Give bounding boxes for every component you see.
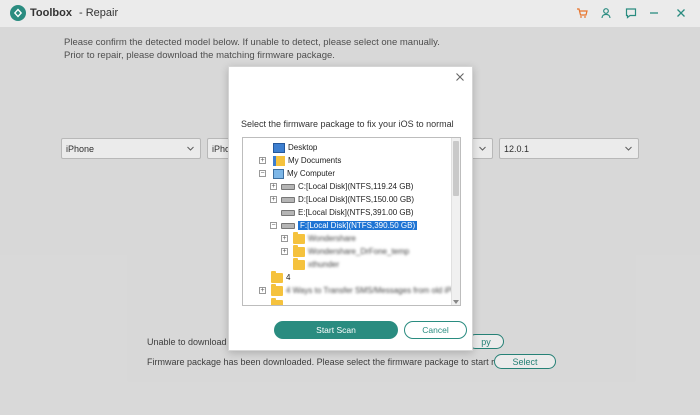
tree-item-folder-partial[interactable] bbox=[271, 297, 286, 305]
page-title: - Repair bbox=[79, 7, 119, 19]
computer-icon bbox=[273, 168, 284, 179]
tree-item-label: 4 Ways to Transfer SMS/Messages from old… bbox=[286, 286, 461, 295]
tree-item-folder[interactable]: Wondershare bbox=[293, 231, 356, 245]
title-bar: Toolbox - Repair bbox=[0, 0, 700, 27]
feedback-icon[interactable] bbox=[623, 5, 639, 21]
expand-icon[interactable]: + bbox=[259, 157, 266, 164]
cart-icon[interactable] bbox=[574, 5, 590, 21]
expand-icon[interactable]: + bbox=[259, 287, 266, 294]
minimize-icon[interactable] bbox=[646, 5, 662, 21]
app-name: Toolbox bbox=[30, 7, 72, 19]
tree-item-folder[interactable]: 4 bbox=[271, 270, 291, 284]
tree-item-label: My Computer bbox=[287, 169, 336, 178]
user-icon[interactable] bbox=[598, 5, 614, 21]
tree-item-drive-d[interactable]: D:[Local Disk](NTFS,150.00 GB) bbox=[281, 193, 414, 206]
tree-item-label: Desktop bbox=[288, 143, 318, 152]
tree-item-label: xthunder bbox=[308, 260, 340, 269]
drive-icon bbox=[281, 209, 295, 216]
tree-item-folder[interactable]: Wondershare_DrFone_temp bbox=[293, 244, 410, 258]
app-logo-icon bbox=[10, 5, 26, 21]
desktop-icon bbox=[273, 142, 285, 153]
tree-item-drive-c[interactable]: C:[Local Disk](NTFS,119.24 GB) bbox=[281, 180, 413, 193]
tree-item-folder[interactable]: xthunder bbox=[293, 257, 340, 271]
drive-icon bbox=[281, 196, 295, 203]
tree-item-label: E:[Local Disk](NTFS,391.00 GB) bbox=[298, 208, 414, 217]
expand-icon[interactable]: + bbox=[281, 248, 288, 255]
tree-item-my-computer[interactable]: My Computer bbox=[273, 167, 335, 180]
start-scan-button[interactable]: Start Scan bbox=[274, 321, 398, 339]
collapse-icon[interactable]: − bbox=[270, 222, 277, 229]
dialog-close-icon[interactable] bbox=[454, 71, 466, 83]
folder-icon bbox=[293, 244, 305, 257]
folder-icon bbox=[271, 283, 283, 296]
tree-item-folder[interactable]: 4 Ways to Transfer SMS/Messages from old… bbox=[271, 283, 461, 297]
expand-icon[interactable]: + bbox=[270, 196, 277, 203]
tree-item-label: C:[Local Disk](NTFS,119.24 GB) bbox=[298, 182, 414, 191]
tree-item-label-selected: F:[Local Disk](NTFS,390.50 GB) bbox=[298, 221, 418, 230]
firmware-select-dialog: Select the firmware package to fix your … bbox=[228, 66, 473, 351]
tree-item-my-documents[interactable]: My Documents bbox=[273, 154, 341, 167]
close-icon[interactable] bbox=[673, 5, 689, 21]
scroll-down-icon[interactable] bbox=[453, 300, 459, 304]
folder-icon bbox=[293, 231, 305, 244]
scrollbar-thumb[interactable] bbox=[453, 141, 459, 196]
tree-item-label: Wondershare bbox=[308, 234, 356, 243]
drive-icon bbox=[281, 222, 295, 229]
tree-item-desktop[interactable]: Desktop bbox=[273, 141, 317, 154]
cancel-button[interactable]: Cancel bbox=[404, 321, 467, 339]
tree-item-label: Wondershare_DrFone_temp bbox=[308, 247, 410, 256]
drive-icon bbox=[281, 183, 295, 190]
folder-icon bbox=[271, 297, 283, 305]
collapse-icon[interactable]: − bbox=[259, 170, 266, 177]
tree-item-label: D:[Local Disk](NTFS,150.00 GB) bbox=[298, 195, 415, 204]
dialog-title: Select the firmware package to fix your … bbox=[241, 119, 454, 129]
tree-item-label: 4 bbox=[286, 273, 291, 282]
documents-folder-icon bbox=[273, 155, 285, 166]
folder-tree[interactable]: Desktop + My Documents − My Computer + C… bbox=[242, 137, 461, 306]
folder-icon bbox=[271, 270, 283, 283]
tree-item-label: My Documents bbox=[288, 156, 342, 165]
tree-scrollbar[interactable] bbox=[451, 138, 460, 305]
folder-icon bbox=[293, 257, 305, 270]
expand-icon[interactable]: + bbox=[281, 235, 288, 242]
tree-item-drive-e[interactable]: E:[Local Disk](NTFS,391.00 GB) bbox=[281, 206, 414, 219]
expand-icon[interactable]: + bbox=[270, 183, 277, 190]
tree-item-drive-f[interactable]: F:[Local Disk](NTFS,390.50 GB) bbox=[281, 219, 418, 232]
